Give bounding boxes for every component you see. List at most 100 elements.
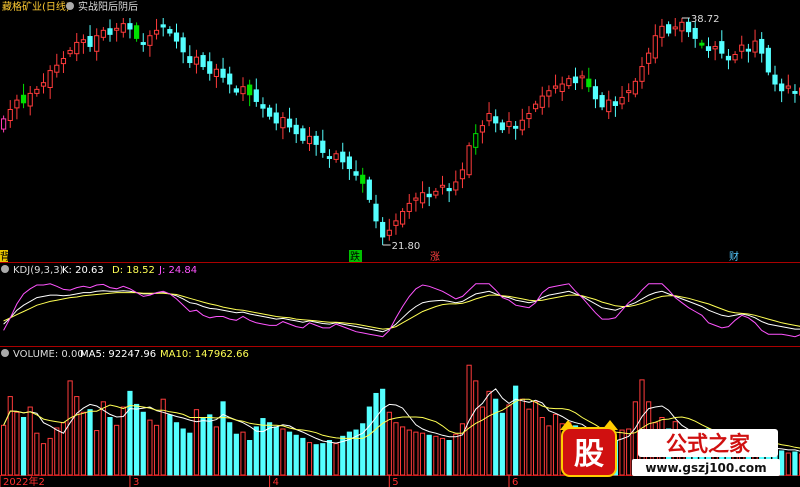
candle-body[interactable]	[672, 26, 678, 30]
volume-bar[interactable]	[300, 437, 306, 476]
indicator-toggle-icon[interactable]	[66, 2, 74, 10]
volume-bar[interactable]	[233, 433, 239, 476]
candle-body[interactable]	[419, 192, 426, 204]
candle-body[interactable]	[659, 25, 665, 38]
volume-bar[interactable]	[253, 426, 259, 476]
kdj-toggle-icon[interactable]	[1, 265, 9, 273]
volume-bar[interactable]	[619, 429, 625, 476]
candle-body[interactable]	[127, 23, 133, 30]
volume-bar[interactable]	[393, 422, 399, 476]
candle-body[interactable]	[639, 66, 645, 82]
volume-bar[interactable]	[479, 406, 485, 476]
candle-body[interactable]	[506, 121, 512, 127]
candle-body[interactable]	[652, 35, 658, 59]
volume-bar[interactable]	[439, 437, 446, 476]
volume-bar[interactable]	[406, 429, 412, 476]
candle-body[interactable]	[705, 46, 712, 51]
candle-body[interactable]	[300, 128, 306, 141]
volume-bar[interactable]	[213, 426, 220, 476]
candle-body[interactable]	[792, 91, 798, 94]
candle-body[interactable]	[7, 108, 13, 121]
candle-body[interactable]	[732, 53, 738, 61]
volume-bar[interactable]	[167, 414, 173, 476]
candle-body[interactable]	[459, 169, 466, 180]
candle-body[interactable]	[466, 145, 472, 176]
volume-bar[interactable]	[380, 388, 386, 476]
candle-body[interactable]	[546, 90, 552, 97]
candle-body[interactable]	[293, 124, 299, 135]
volume-bar[interactable]	[366, 406, 372, 476]
candle-body[interactable]	[393, 220, 399, 226]
candle-body[interactable]	[566, 78, 572, 87]
candle-body[interactable]	[14, 99, 20, 109]
candle-body[interactable]	[353, 171, 359, 176]
volume-bar[interactable]	[433, 435, 439, 476]
candle-body[interactable]	[626, 90, 632, 94]
candle-body[interactable]	[719, 41, 725, 54]
candle-body[interactable]	[752, 40, 758, 53]
candle-body[interactable]	[160, 24, 166, 28]
candle-body[interactable]	[479, 125, 485, 133]
volume-bar[interactable]	[100, 401, 106, 476]
candle-body[interactable]	[107, 28, 113, 35]
candle-body[interactable]	[493, 116, 499, 124]
candle-body[interactable]	[40, 82, 47, 87]
candle-body[interactable]	[114, 27, 120, 31]
volume-bar[interactable]	[40, 443, 47, 476]
volume-bar[interactable]	[267, 422, 273, 476]
candle-body[interactable]	[360, 174, 366, 184]
volume-bar[interactable]	[134, 403, 140, 476]
volume-bar[interactable]	[373, 392, 379, 476]
volume-bar[interactable]	[493, 398, 499, 476]
candle-body[interactable]	[666, 24, 672, 34]
candle-body[interactable]	[74, 41, 80, 55]
candle-body[interactable]	[559, 83, 565, 93]
candle-body[interactable]	[572, 76, 579, 84]
volume-bar[interactable]	[180, 428, 186, 476]
candle-body[interactable]	[306, 135, 313, 145]
candle-body[interactable]	[473, 133, 479, 148]
candle-body[interactable]	[140, 42, 146, 45]
candle-body[interactable]	[333, 153, 339, 160]
candle-body[interactable]	[153, 29, 160, 35]
candle-body[interactable]	[712, 45, 718, 50]
candle-body[interactable]	[273, 112, 279, 124]
volume-bar[interactable]	[313, 444, 319, 476]
candle-body[interactable]	[439, 184, 446, 188]
candle-body[interactable]	[725, 55, 732, 61]
volume-bar[interactable]	[526, 408, 532, 476]
volume-bar[interactable]	[20, 417, 27, 476]
candle-body[interactable]	[80, 39, 87, 43]
candle-body[interactable]	[67, 49, 73, 55]
candle-body[interactable]	[619, 96, 625, 105]
volume-bar[interactable]	[293, 434, 299, 476]
candle-body[interactable]	[27, 92, 33, 107]
candle-body[interactable]	[207, 61, 213, 74]
candle-body[interactable]	[1, 118, 7, 130]
candle-body[interactable]	[200, 55, 206, 68]
candle-body[interactable]	[606, 99, 612, 113]
volume-bar[interactable]	[413, 431, 419, 476]
candle-body[interactable]	[526, 113, 532, 120]
candle-body[interactable]	[632, 80, 638, 95]
candle-body[interactable]	[326, 156, 333, 159]
candle-body[interactable]	[759, 38, 765, 54]
candle-body[interactable]	[233, 88, 239, 93]
candle-body[interactable]	[745, 48, 751, 52]
volume-bar[interactable]	[453, 433, 459, 476]
candle-body[interactable]	[253, 89, 259, 102]
candle-body[interactable]	[147, 35, 153, 46]
volume-bar[interactable]	[286, 431, 293, 476]
volume-bar[interactable]	[779, 450, 785, 476]
candle-body[interactable]	[173, 32, 180, 42]
candle-body[interactable]	[453, 181, 459, 191]
candle-body[interactable]	[499, 122, 505, 131]
candle-body[interactable]	[592, 86, 599, 100]
volume-bar[interactable]	[792, 451, 798, 476]
volume-bar[interactable]	[306, 442, 313, 476]
volume-bar[interactable]	[207, 414, 213, 476]
candle-body[interactable]	[340, 151, 346, 163]
candle-body[interactable]	[586, 78, 592, 88]
candle-body[interactable]	[366, 179, 372, 200]
candle-body[interactable]	[646, 52, 652, 64]
